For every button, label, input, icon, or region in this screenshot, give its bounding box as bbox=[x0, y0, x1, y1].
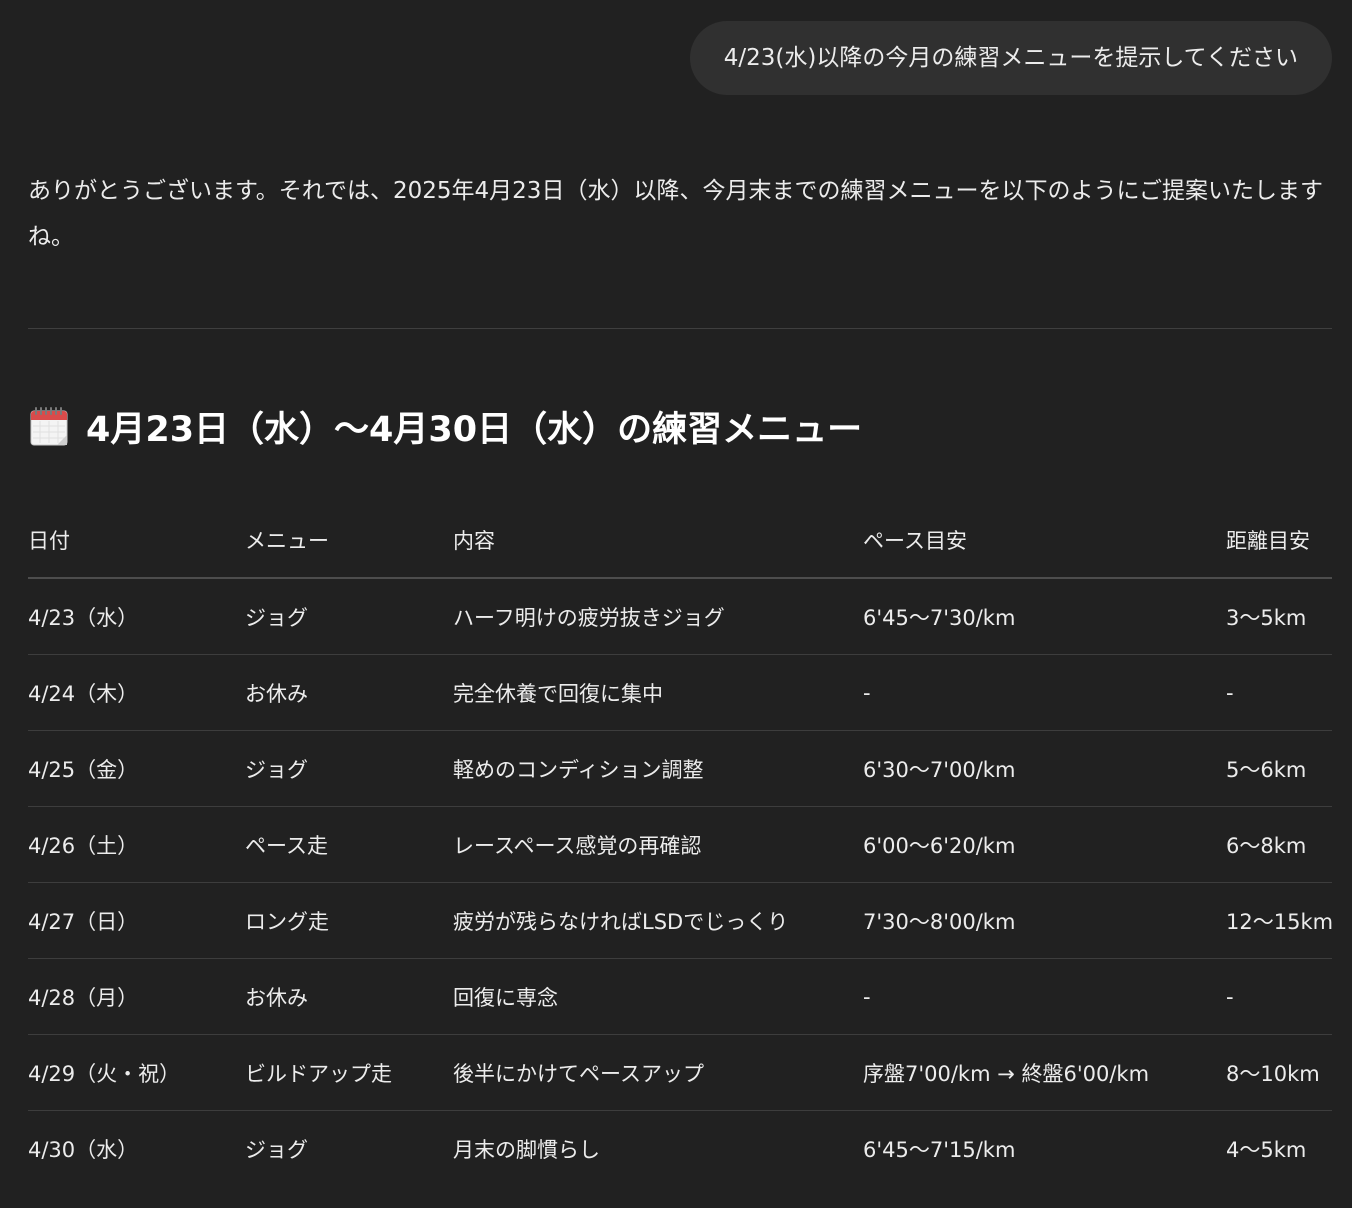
table-row: 4/30（水） ジョグ 月末の脚慣らし 6'45〜7'15/km 4〜5km bbox=[28, 1111, 1332, 1187]
table-row: 4/27（日） ロング走 疲労が残らなければLSDでじっくり 7'30〜8'00… bbox=[28, 882, 1333, 959]
table-row: 4/23（水） ジョグ ハーフ明けの疲労抜きジョグ 6'45〜7'30/km 3… bbox=[28, 578, 1332, 655]
cell-date: 4/25（金） bbox=[28, 730, 245, 807]
table-row: 4/28（月） お休み 回復に専念 - - bbox=[28, 958, 1332, 1035]
cell-distance: 6〜8km bbox=[1226, 806, 1332, 883]
table-row: 4/29（火・祝） ビルドアップ走 後半にかけてペースアップ 序盤7'00/km… bbox=[28, 1034, 1332, 1111]
cell-content: ハーフ明けの疲労抜きジョグ bbox=[453, 578, 863, 655]
section-divider bbox=[28, 328, 1332, 329]
table-header-row: 日付 メニュー 内容 ペース目安 距離目安 bbox=[28, 502, 1332, 579]
cell-distance: 12〜15km bbox=[1226, 882, 1333, 959]
cell-pace: 6'45〜7'30/km bbox=[863, 578, 1226, 655]
cell-distance: - bbox=[1226, 654, 1332, 731]
cell-date: 4/26（土） bbox=[28, 806, 245, 883]
cell-distance: 5〜6km bbox=[1226, 730, 1332, 807]
menu-heading: 4月23日（水）〜4月30日（水）の練習メニュー bbox=[28, 398, 862, 454]
header-pace: ペース目安 bbox=[863, 502, 1226, 579]
cell-date: 4/29（火・祝） bbox=[28, 1034, 245, 1111]
cell-menu: ジョグ bbox=[245, 730, 453, 807]
cell-distance: 4〜5km bbox=[1226, 1137, 1307, 1162]
cell-pace: - bbox=[863, 654, 1226, 731]
cell-pace: 6'45〜7'15/km bbox=[863, 1137, 1016, 1162]
cell-date: 4/30（水） bbox=[28, 1137, 139, 1162]
cell-menu: ジョグ bbox=[245, 1137, 308, 1162]
cell-date: 4/23（水） bbox=[28, 578, 245, 655]
cell-menu: お休み bbox=[245, 958, 453, 1035]
menu-heading-text: 4月23日（水）〜4月30日（水）の練習メニュー bbox=[86, 409, 863, 450]
cell-pace: 6'00〜6'20/km bbox=[863, 806, 1226, 883]
cell-pace: 7'30〜8'00/km bbox=[863, 882, 1226, 959]
training-menu-table: 日付 メニュー 内容 ペース目安 距離目安 4/23（水） ジョグ ハーフ明けの… bbox=[28, 502, 1333, 1187]
cell-content: 疲労が残らなければLSDでじっくり bbox=[453, 882, 863, 959]
cell-menu: お休み bbox=[245, 654, 453, 731]
cell-distance: 8〜10km bbox=[1226, 1034, 1332, 1111]
header-menu: メニュー bbox=[245, 502, 453, 579]
header-content: 内容 bbox=[453, 502, 863, 579]
cell-menu: ビルドアップ走 bbox=[245, 1034, 453, 1111]
cell-distance: 3〜5km bbox=[1226, 578, 1332, 655]
cell-content: レースペース感覚の再確認 bbox=[453, 806, 863, 883]
calendar-icon bbox=[30, 407, 68, 446]
cell-date: 4/28（月） bbox=[28, 958, 245, 1035]
table-row: 4/26（土） ペース走 レースペース感覚の再確認 6'00〜6'20/km 6… bbox=[28, 806, 1332, 883]
table-row: 4/24（木） お休み 完全休養で回復に集中 - - bbox=[28, 654, 1332, 731]
cell-content: 回復に専念 bbox=[453, 958, 863, 1035]
cell-pace: - bbox=[863, 958, 1226, 1035]
cell-distance: - bbox=[1226, 958, 1332, 1035]
table-row: 4/25（金） ジョグ 軽めのコンディション調整 6'30〜7'00/km 5〜… bbox=[28, 730, 1332, 807]
cell-date: 4/27（日） bbox=[28, 882, 245, 959]
cell-content: 完全休養で回復に集中 bbox=[453, 654, 863, 731]
cell-date: 4/24（木） bbox=[28, 654, 245, 731]
header-date: 日付 bbox=[28, 502, 245, 579]
cell-content: 軽めのコンディション調整 bbox=[453, 730, 863, 807]
cell-menu: ペース走 bbox=[245, 806, 453, 883]
cell-pace: 6'30〜7'00/km bbox=[863, 730, 1226, 807]
cell-content: 月末の脚慣らし bbox=[453, 1137, 600, 1162]
user-message-bubble: 4/23(水)以降の今月の練習メニューを提示してください bbox=[689, 21, 1332, 95]
header-distance: 距離目安 bbox=[1226, 502, 1332, 579]
cell-pace: 序盤7'00/km → 終盤6'00/km bbox=[863, 1034, 1226, 1111]
cell-menu: ロング走 bbox=[245, 882, 453, 959]
cell-content: 後半にかけてペースアップ bbox=[453, 1034, 863, 1111]
cell-menu: ジョグ bbox=[245, 578, 453, 655]
assistant-intro-text: ありがとうございます。それでは、2025年4月23日（水）以降、今月末までの練習… bbox=[28, 178, 1323, 250]
